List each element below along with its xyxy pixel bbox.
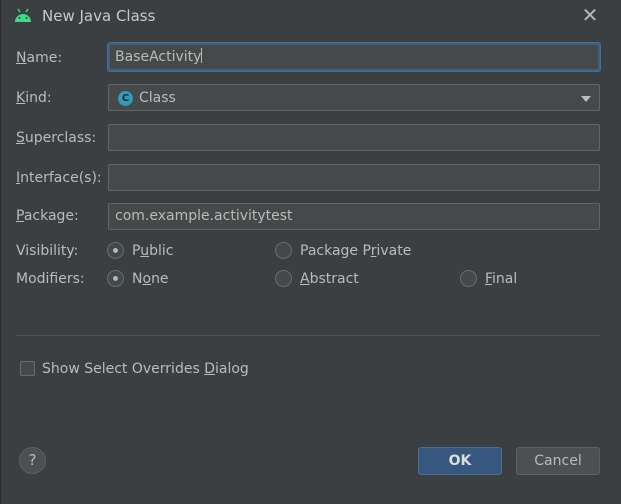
- title-bar: New Java Class ✕: [1, 0, 621, 32]
- visibility-package-private-label[interactable]: Package Private: [300, 243, 411, 259]
- dialog-title: New Java Class: [42, 7, 156, 25]
- modifiers-label: Modifiers:: [16, 271, 85, 287]
- show-overrides-label[interactable]: Show Select Overrides Dialog: [42, 361, 249, 377]
- ok-button[interactable]: OK: [418, 447, 502, 475]
- visibility-label: Visibility:: [16, 243, 79, 259]
- close-button[interactable]: ✕: [579, 4, 601, 26]
- modifier-abstract-label[interactable]: Abstract: [300, 271, 359, 287]
- text-caret: [201, 48, 203, 63]
- modifier-none-label[interactable]: None: [132, 271, 169, 287]
- visibility-public-label[interactable]: Public: [132, 243, 173, 259]
- modifier-none-radio[interactable]: [107, 270, 124, 287]
- modifier-final-radio[interactable]: [460, 270, 477, 287]
- interfaces-input[interactable]: [108, 164, 600, 191]
- kind-label: Kind:: [16, 90, 52, 106]
- name-value: BaseActivity: [115, 49, 202, 65]
- cancel-button[interactable]: Cancel: [516, 447, 600, 475]
- show-overrides-checkbox[interactable]: [20, 361, 35, 376]
- class-icon: C: [118, 91, 133, 106]
- help-button[interactable]: ?: [19, 447, 46, 474]
- package-label: Package:: [16, 208, 79, 224]
- interfaces-label: Interface(s):: [16, 170, 102, 186]
- separator: [16, 335, 600, 336]
- visibility-package-private-radio[interactable]: [275, 242, 292, 259]
- modifier-final-label[interactable]: Final: [485, 271, 517, 287]
- superclass-label: Superclass:: [16, 130, 97, 146]
- kind-value: Class: [139, 90, 176, 106]
- kind-dropdown[interactable]: C Class: [108, 84, 600, 111]
- name-label: Name:: [16, 50, 63, 66]
- name-input[interactable]: BaseActivity: [108, 43, 600, 71]
- chevron-down-icon[interactable]: [581, 96, 591, 102]
- package-input[interactable]: com.example.activitytest: [108, 203, 600, 230]
- android-icon: [13, 8, 33, 24]
- visibility-public-radio[interactable]: [107, 242, 124, 259]
- superclass-input[interactable]: [108, 124, 600, 151]
- new-java-class-dialog: New Java Class ✕ Name: BaseActivity Kind…: [0, 0, 621, 504]
- modifier-abstract-radio[interactable]: [275, 270, 292, 287]
